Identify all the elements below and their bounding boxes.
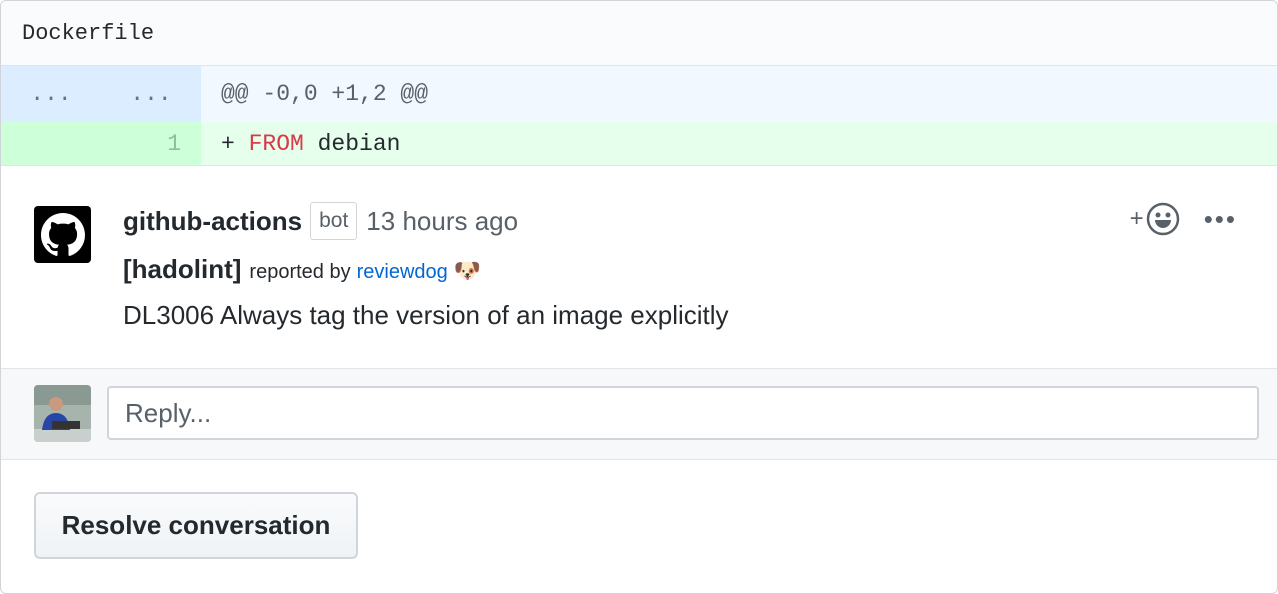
reviewdog-link[interactable]: reviewdog [357, 261, 448, 284]
more-options-button[interactable]: ••• [1204, 204, 1237, 235]
diff-added-row: 1 + FROM debian [1, 122, 1277, 166]
comment-timestamp[interactable]: 13 hours ago [366, 206, 518, 237]
old-line-number-empty [1, 122, 101, 165]
diff-plus-prefix: + [221, 130, 249, 157]
comment-title-line: [hadolint] reported by reviewdog 🐶 [123, 254, 481, 285]
new-line-number[interactable]: 1 [101, 122, 201, 165]
code-rest: debian [303, 130, 401, 157]
user-avatar-icon [34, 385, 91, 442]
added-code-line: + FROM debian [201, 122, 1277, 165]
file-header: Dockerfile [1, 1, 1277, 66]
dog-emoji: 🐶 [453, 258, 482, 283]
review-thread: Dockerfile ... ... @@ -0,0 +1,2 @@ 1 + F… [0, 0, 1278, 594]
diff-hunk-row: ... ... @@ -0,0 +1,2 @@ [1, 66, 1277, 122]
comment-author[interactable]: github-actions [123, 206, 302, 237]
review-comment: github-actions bot 13 hours ago + ••• [h… [1, 166, 1277, 369]
smiley-icon [1146, 202, 1179, 236]
tool-name: [hadolint] [123, 254, 242, 284]
reply-bar: Reply... [1, 369, 1277, 460]
new-line-number[interactable]: ... [101, 66, 201, 122]
github-octocat-icon [40, 212, 85, 256]
reported-by-text: reported by [249, 261, 351, 283]
comment-header: github-actions bot 13 hours ago [123, 202, 518, 240]
dockerfile-keyword: FROM [248, 130, 304, 157]
comment-actions: + ••• [1130, 202, 1237, 236]
resolve-conversation-button[interactable]: Resolve conversation [34, 492, 358, 559]
add-reaction-button[interactable]: + [1130, 202, 1180, 236]
old-line-number[interactable]: ... [1, 66, 101, 122]
reply-input[interactable]: Reply... [107, 386, 1259, 440]
hunk-header: @@ -0,0 +1,2 @@ [201, 66, 1277, 122]
bot-badge: bot [310, 202, 358, 240]
plus-label: + [1129, 205, 1144, 232]
file-name[interactable]: Dockerfile [22, 21, 154, 46]
current-user-avatar[interactable] [34, 385, 91, 442]
comment-message: DL3006 Always tag the version of an imag… [123, 300, 729, 330]
github-actions-avatar[interactable] [34, 206, 91, 263]
